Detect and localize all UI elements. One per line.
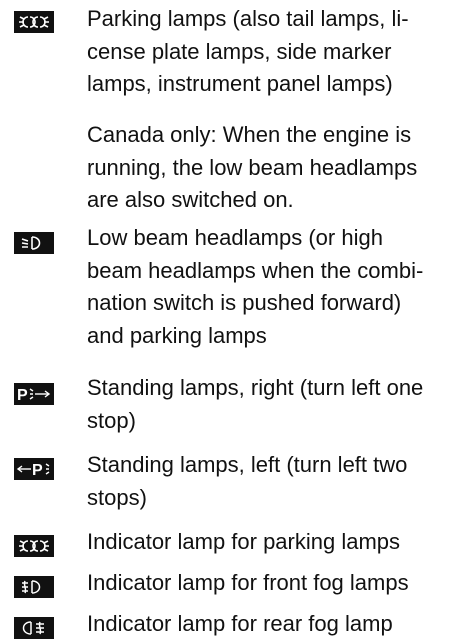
- entry-text: Indicator lamp for rear fog lamp: [87, 611, 393, 636]
- low-beam-headlamps-icon: [14, 232, 54, 254]
- parking-lamps-icon: [14, 11, 54, 33]
- entry-text: Parking lamps (also tail lamps, li- cens…: [87, 6, 409, 97]
- parking-lamps-indicator-icon: [14, 535, 54, 557]
- entry-text: Canada only: When the engine is running,…: [87, 122, 418, 213]
- standing-lamps-right-icon: P: [14, 383, 54, 405]
- entry-text: Indicator lamp for parking lamps: [87, 529, 401, 554]
- entry-text: Standing lamps, left (turn left two stop…: [87, 452, 408, 510]
- rear-fog-lamp-indicator-icon: [14, 617, 54, 639]
- standing-lamps-left-icon: P: [14, 458, 54, 480]
- entry-text: Indicator lamp for front fog lamps: [87, 570, 409, 595]
- svg-text:P: P: [32, 462, 43, 478]
- entry-text: Low beam headlamps (or high beam headlam…: [87, 225, 424, 348]
- entry-text: Standing lamps, right (turn left one sto…: [87, 375, 424, 433]
- svg-text:P: P: [17, 387, 28, 403]
- front-fog-lamp-indicator-icon: [14, 576, 54, 598]
